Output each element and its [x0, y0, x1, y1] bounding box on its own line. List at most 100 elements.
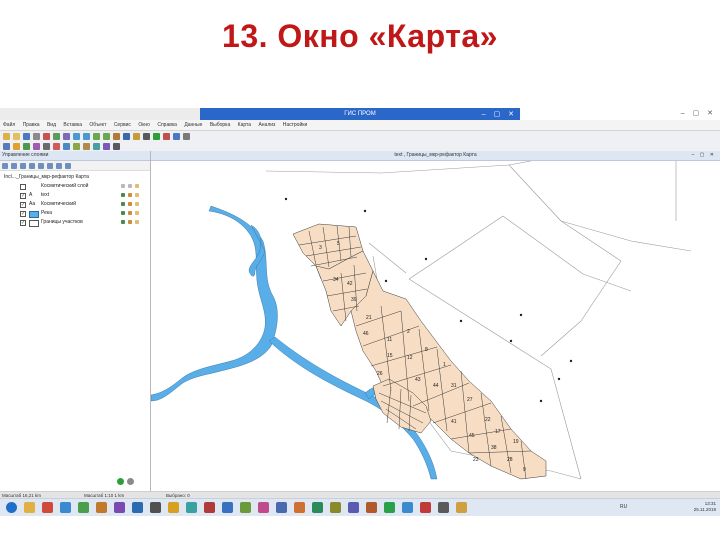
layer-select-icon[interactable] [128, 193, 132, 197]
taskbar-app-icon[interactable] [420, 502, 431, 513]
taskbar-app-icon[interactable] [240, 502, 251, 513]
layer-lock-icon[interactable] [135, 211, 139, 215]
menu-item-file[interactable]: Файл [3, 122, 15, 128]
layer-properties-icon[interactable] [38, 162, 44, 169]
layer-icon[interactable] [133, 132, 140, 140]
layer-visibility-checkbox[interactable]: ✓ [20, 193, 26, 199]
explorer-icon[interactable] [24, 502, 35, 513]
taskbar-app-icon[interactable] [276, 502, 287, 513]
pointer-icon[interactable] [3, 142, 10, 150]
taskbar-app-icon[interactable] [186, 502, 197, 513]
taskbar-app-icon[interactable] [330, 502, 341, 513]
delete-icon[interactable] [163, 132, 170, 140]
merge-icon[interactable] [103, 142, 110, 150]
taskbar-app-icon[interactable] [312, 502, 323, 513]
menu-item-view[interactable]: Вид [47, 122, 56, 128]
menu-item-analysis[interactable]: Анализ [258, 122, 275, 128]
taskbar-app-icon[interactable] [456, 502, 467, 513]
taskbar-app-icon[interactable] [42, 502, 53, 513]
taskbar-app-icon[interactable] [150, 502, 161, 513]
copy-icon[interactable] [53, 132, 60, 140]
apply-icon[interactable] [117, 478, 124, 485]
layer-select-icon[interactable] [128, 220, 132, 224]
save-icon[interactable] [23, 132, 30, 140]
polyline-icon[interactable] [13, 142, 20, 150]
layer-down-icon[interactable] [29, 162, 35, 169]
layer-select-icon[interactable] [128, 211, 132, 215]
new-file-icon[interactable] [3, 132, 10, 140]
select-arrow-icon[interactable] [143, 132, 150, 140]
taskbar-app-icon[interactable] [348, 502, 359, 513]
layer-select-icon[interactable] [128, 202, 132, 206]
system-clock[interactable]: 13:31 25.11.2019 [694, 501, 716, 513]
layer-row[interactable]: Косметический слой [0, 182, 150, 191]
menu-item-settings[interactable]: Настройки [283, 122, 308, 128]
taskbar-app-icon[interactable] [222, 502, 233, 513]
layer-edit-icon[interactable] [121, 184, 125, 188]
taskbar-app-icon[interactable] [60, 502, 71, 513]
text-tool-icon[interactable] [33, 142, 40, 150]
input-language-indicator[interactable]: RU [620, 504, 627, 510]
split-icon[interactable] [93, 142, 100, 150]
menu-item-service[interactable]: Сервис [114, 122, 131, 128]
layer-options-icon[interactable] [127, 478, 134, 485]
paste-icon[interactable] [63, 132, 70, 140]
layer-row[interactable]: ✓ Река [0, 209, 150, 218]
layer-row[interactable]: ✓ Границы участков [0, 218, 150, 227]
layer-select-icon[interactable] [128, 184, 132, 188]
map-canvas[interactable]: 34 21 11 2 15 12 8 1 26 43 44 31 27 22 4… [151, 161, 720, 491]
taskbar-app-icon[interactable] [114, 502, 125, 513]
add-layer-icon[interactable] [2, 162, 8, 169]
layer-lock-icon[interactable] [135, 220, 139, 224]
layer-visibility-checkbox[interactable]: ✓ [20, 211, 26, 217]
taskbar-app-icon[interactable] [96, 502, 107, 513]
start-button-icon[interactable] [6, 502, 17, 513]
layer-edit-icon[interactable] [121, 220, 125, 224]
run-icon[interactable] [153, 132, 160, 140]
cut-icon[interactable] [43, 132, 50, 140]
menu-item-insert[interactable]: Вставка [63, 122, 82, 128]
redo-icon[interactable] [83, 132, 90, 140]
layer-tree-root[interactable]: Incl..._Границы_мкр-рефактор Карта [0, 171, 150, 182]
taskbar-app-icon[interactable] [132, 502, 143, 513]
menu-item-window[interactable]: Окно [138, 122, 150, 128]
taskbar-app-icon[interactable] [78, 502, 89, 513]
taskbar-app-icon[interactable] [258, 502, 269, 513]
node-edit-icon[interactable] [83, 142, 90, 150]
layer-edit-icon[interactable] [121, 193, 125, 197]
ruler-icon[interactable] [173, 132, 180, 140]
menu-item-select[interactable]: Выборка [210, 122, 230, 128]
zoom-in-icon[interactable] [93, 132, 100, 140]
map-window-controls[interactable]: – ▢ ✕ [692, 151, 716, 160]
ellipse-icon[interactable] [73, 142, 80, 150]
taskbar-app-icon[interactable] [384, 502, 395, 513]
point-icon[interactable] [53, 142, 60, 150]
menu-item-edit[interactable]: Правка [23, 122, 40, 128]
taskbar-app-icon[interactable] [366, 502, 377, 513]
outer-window-controls[interactable]: – ▢ ✕ [681, 109, 716, 117]
layer-edit-icon[interactable] [121, 202, 125, 206]
remove-layer-icon[interactable] [11, 162, 17, 169]
taskbar-app-icon[interactable] [204, 502, 215, 513]
layer-refresh-icon[interactable] [47, 162, 53, 169]
grid-icon[interactable] [183, 132, 190, 140]
taskbar-app-icon[interactable] [438, 502, 449, 513]
polygon-icon[interactable] [23, 142, 30, 150]
layer-lock-icon[interactable] [135, 184, 139, 188]
layer-up-icon[interactable] [20, 162, 26, 169]
layer-visibility-checkbox[interactable]: ✓ [20, 202, 26, 208]
layer-settings-icon[interactable] [65, 162, 71, 169]
layer-lock-icon[interactable] [135, 202, 139, 206]
layer-lock-icon[interactable] [135, 193, 139, 197]
undo-icon[interactable] [73, 132, 80, 140]
menu-item-map[interactable]: Карта [238, 122, 251, 128]
taskbar-app-icon[interactable] [168, 502, 179, 513]
menu-item-data[interactable]: Данные [184, 122, 202, 128]
taskbar-app-icon[interactable] [402, 502, 413, 513]
zoom-out-icon[interactable] [103, 132, 110, 140]
menu-item-help[interactable]: Справка [157, 122, 177, 128]
measure-icon[interactable] [113, 142, 120, 150]
rectangle-icon[interactable] [63, 142, 70, 150]
layer-row[interactable]: ✓ Aa Косметический [0, 200, 150, 209]
layer-row[interactable]: ✓ A text [0, 191, 150, 200]
